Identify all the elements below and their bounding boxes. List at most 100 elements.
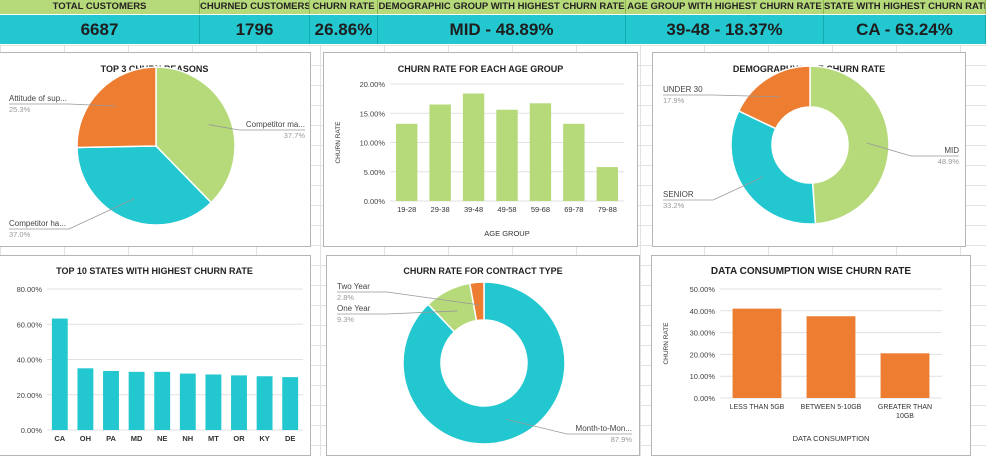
kpi-label-churn-rate: CHURN RATE	[310, 0, 378, 14]
contract-churn-donut: Month-to-Mon... 87.9% One Year 9.3% Two Year…	[337, 281, 633, 445]
pct-competitor-ha: 37.0%	[9, 230, 31, 239]
bar-39-48	[462, 93, 485, 201]
category-label-39-48: 39-48	[464, 205, 483, 214]
age-churn-panel[interactable]: CHURN RATE FOR EACH AGE GROUP 0.00% 5.00%…	[323, 52, 638, 247]
bar-less-than-5gb	[732, 308, 782, 398]
category-label-69-78: 69-78	[564, 205, 583, 214]
y-tick-label: 30.00%	[690, 329, 716, 338]
bar-oh	[77, 368, 94, 430]
y-tick-label: 0.00%	[21, 426, 43, 435]
pct-competitor-ma: 37.7%	[284, 131, 306, 140]
category-label-de: DE	[285, 434, 295, 443]
kpi-value-state: CA - 63.24%	[824, 15, 986, 44]
pct-mid: 48.9%	[938, 157, 960, 166]
y-tick-label: 40.00%	[690, 307, 716, 316]
y-tick-label: 0.00%	[364, 197, 386, 206]
state-churn-panel[interactable]: TOP 10 STATES WITH HIGHEST CHURN RATE 0.…	[0, 255, 311, 456]
bar-between-5-10gb	[806, 316, 856, 398]
category-label-greater-than-10gb: GREATER THAN	[878, 404, 932, 411]
kpi-value-total-customers: 6687	[0, 15, 200, 44]
category-label-ne: NE	[157, 434, 167, 443]
label-mid: MID	[944, 146, 959, 155]
bar-greater-than-10gb	[880, 353, 930, 398]
bar-29-38	[429, 104, 451, 201]
slice-mid	[809, 65, 890, 225]
label-senior: SENIOR	[663, 190, 694, 199]
label-competitor-ha: Competitor ha...	[9, 219, 66, 228]
category-label-19-28: 19-28	[397, 205, 416, 214]
y-tick-label: 20.00%	[17, 391, 43, 400]
y-tick-label: 60.00%	[17, 320, 43, 329]
label-month-to-mon: Month-to-Mon...	[576, 424, 632, 433]
y-tick-label: 15.00%	[360, 109, 386, 118]
age-churn-bar-chart: 0.00% 5.00% 10.00% 15.00% 20.00% 19-28 29-38 39…	[335, 80, 624, 238]
demography-churn-panel[interactable]: DEMOGRAPHY WISE CHURN RATE MID48.9%SENIO…	[652, 52, 966, 247]
category-label-nh: NH	[182, 434, 193, 443]
category-label-between-5-10gb: BETWEEN 5-10GB	[801, 404, 862, 411]
bar-de	[282, 377, 299, 430]
bar-nh	[179, 373, 196, 430]
state-churn-bar-chart: 0.00% 20.00% 40.00% 60.00% 80.00% CA OH PA MD NE N…	[17, 285, 303, 443]
churn-reasons-panel[interactable]: TOP 3 CHURN REASONS Competitor ma...37.7…	[0, 52, 311, 247]
kpi-value-demographic-group: MID - 48.89%	[378, 15, 626, 44]
category-label-or: OR	[233, 434, 245, 443]
category-label-md: MD	[131, 434, 143, 443]
y-tick-label: 50.00%	[690, 285, 716, 294]
y-axis-title: CHURN RATE	[663, 322, 670, 365]
category-label-greater-than-10gb: 10GB	[896, 413, 914, 420]
data-churn-bar-chart: 0.00% 10.00% 20.00% 30.00% 40.00% 50.00% LESS …	[663, 285, 942, 443]
bar-19-28	[396, 123, 418, 201]
label-one-year: One Year	[337, 304, 371, 313]
y-tick-label: 10.00%	[360, 139, 386, 148]
bar-pa	[103, 370, 119, 430]
kpi-value-churned-customers: 1796	[200, 15, 310, 44]
y-axis-title: CHURN RATE	[335, 121, 342, 164]
pct-senior: 33.2%	[663, 201, 685, 210]
category-label-pa: PA	[106, 434, 116, 443]
pct-two-year: 2.8%	[337, 293, 354, 302]
x-axis-title: DATA CONSUMPTION	[793, 434, 870, 443]
pct-one-year: 9.3%	[337, 315, 354, 324]
bar-59-68	[529, 103, 552, 201]
label-under-30: UNDER 30	[663, 85, 703, 94]
slice-attitude-of-sup	[76, 66, 157, 149]
data-churn-panel[interactable]: DATA CONSUMPTION WISE CHURN RATE 0.00% 10…	[651, 255, 971, 456]
bar-ca	[51, 318, 68, 430]
y-tick-label: 20.00%	[690, 350, 716, 359]
churn-reasons-pie: Competitor ma... 37.7% Competitor ha... 37.…	[9, 66, 306, 239]
label-competitor-ma: Competitor ma...	[246, 120, 305, 129]
category-label-ca: CA	[54, 434, 65, 443]
contract-churn-panel[interactable]: CHURN RATE FOR CONTRACT TYPE Month-to-Mo…	[326, 255, 640, 456]
label-two-year: Two Year	[337, 282, 370, 291]
kpi-label-age-group: AGE GROUP WITH HIGHEST CHURN RATE	[626, 0, 824, 14]
kpi-label-demographic-group: DEMOGRAPHIC GROUP WITH HIGHEST CHURN RAT…	[378, 0, 626, 14]
kpi-label-total-customers: TOTAL CUSTOMERS	[0, 0, 200, 14]
bar-mt	[205, 374, 222, 430]
category-label-59-68: 59-68	[531, 205, 550, 214]
category-label-49-58: 49-58	[497, 205, 516, 214]
kpi-label-state: STATE WITH HIGHEST CHURN RATE	[824, 0, 986, 14]
category-label-29-38: 29-38	[431, 205, 450, 214]
bar-69-78	[563, 123, 585, 201]
bar-or	[231, 375, 247, 430]
kpi-value-age-group: 39-48 - 18.37%	[626, 15, 824, 44]
y-tick-label: 10.00%	[690, 372, 716, 381]
category-label-mt: MT	[208, 434, 219, 443]
bar-ky	[256, 376, 273, 430]
x-axis-title: AGE GROUP	[484, 229, 529, 238]
kpi-value-churn-rate: 26.86%	[310, 15, 378, 44]
y-tick-label: 5.00%	[364, 168, 386, 177]
category-label-79-88: 79-88	[598, 205, 617, 214]
pct-attitude-of-sup: 25.3%	[9, 105, 31, 114]
pct-month-to-mon: 87.9%	[611, 435, 633, 444]
label-attitude-of-sup: Attitude of sup...	[9, 94, 67, 103]
bar-md	[128, 371, 145, 430]
bar-49-58	[496, 109, 518, 201]
bar-ne	[154, 371, 171, 430]
y-tick-label: 0.00%	[694, 394, 716, 403]
y-tick-label: 80.00%	[17, 285, 43, 294]
y-tick-label: 40.00%	[17, 356, 43, 365]
y-tick-label: 20.00%	[360, 80, 386, 89]
bar-79-88	[596, 167, 618, 201]
category-label-oh: OH	[80, 434, 91, 443]
